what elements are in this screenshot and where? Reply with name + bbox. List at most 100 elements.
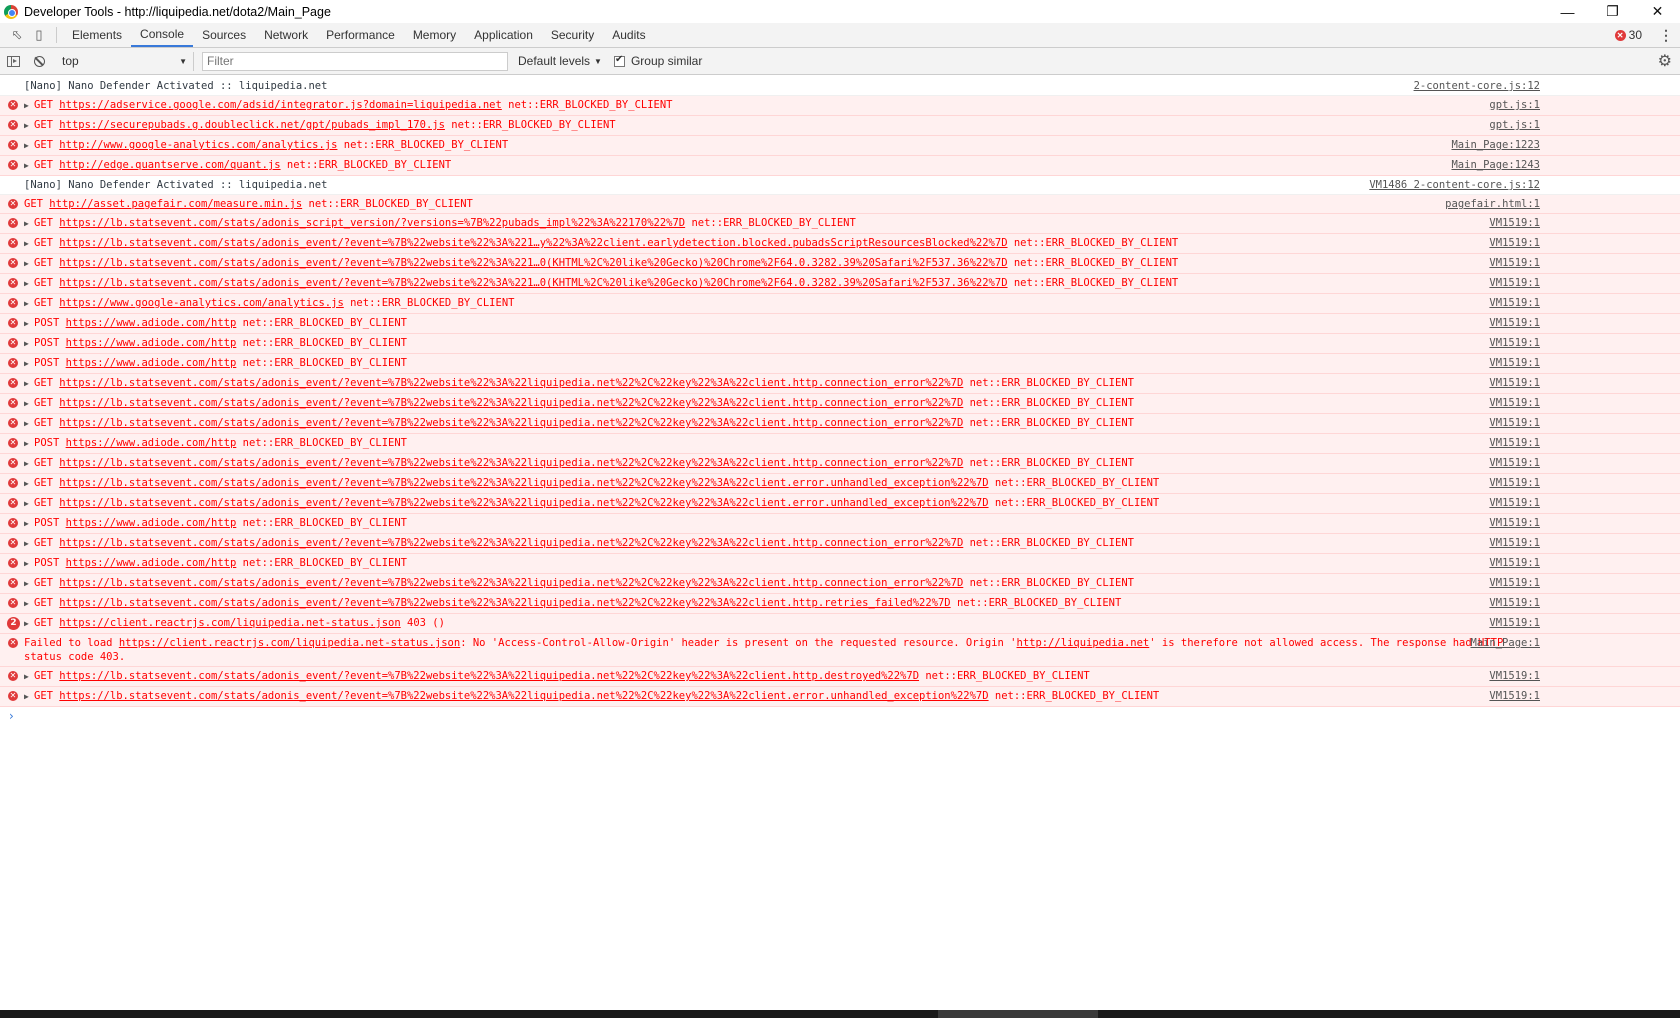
message-source-link[interactable]: VM1519:1: [1489, 534, 1540, 552]
restore-icon[interactable]: ❐: [1590, 0, 1635, 23]
message-url[interactable]: https://lb.statsevent.com/stats/adonis_e…: [59, 577, 963, 589]
tab-elements[interactable]: Elements: [63, 23, 131, 47]
message-source-link[interactable]: VM1519:1: [1489, 414, 1540, 432]
message-url[interactable]: https://lb.statsevent.com/stats/adonis_s…: [59, 217, 685, 229]
console-message[interactable]: ✕ ▶ GET https://www.google-analytics.com/a…: [0, 294, 1680, 314]
console-message[interactable]: ✕ Failed to load https://client.reactrjs.…: [0, 634, 1680, 667]
message-source-link[interactable]: VM1519:1: [1489, 334, 1540, 352]
tab-audits[interactable]: Audits: [603, 23, 654, 47]
message-source-link[interactable]: VM1519:1: [1489, 554, 1540, 572]
console-message[interactable]: ✕ ▶ POST https://www.adiode.com/http net::…: [0, 314, 1680, 334]
message-source-link[interactable]: Main_Page:1243: [1451, 156, 1540, 174]
device-toolbar-icon[interactable]: ▯: [28, 23, 50, 47]
message-source-link[interactable]: gpt.js:1: [1489, 96, 1540, 114]
expand-arrow-icon[interactable]: ▶: [24, 595, 34, 613]
inspect-element-icon[interactable]: ⬁: [6, 23, 28, 47]
tab-application[interactable]: Application: [465, 23, 542, 47]
message-source-link[interactable]: VM1519:1: [1489, 574, 1540, 592]
message-url[interactable]: https://www.adiode.com/http: [66, 337, 237, 349]
tab-performance[interactable]: Performance: [317, 23, 404, 47]
console-message[interactable]: 2 ▶ GET https://client.reactrjs.com/liquip…: [0, 614, 1680, 634]
group-similar-checkbox[interactable]: [613, 54, 625, 67]
console-message[interactable]: ✕ ▶ GET https://lb.statsevent.com/stats/ad…: [0, 374, 1680, 394]
context-select[interactable]: top ▼: [56, 51, 194, 71]
expand-arrow-icon[interactable]: ▶: [24, 255, 34, 273]
console-message[interactable]: ✕ ▶ POST https://www.adiode.com/http net::…: [0, 334, 1680, 354]
tab-security[interactable]: Security: [542, 23, 603, 47]
console-message[interactable]: ✕ ▶ GET https://lb.statsevent.com/stats/ad…: [0, 234, 1680, 254]
console-message[interactable]: ✕ ▶ GET https://lb.statsevent.com/stats/ad…: [0, 534, 1680, 554]
tab-memory[interactable]: Memory: [404, 23, 465, 47]
message-url[interactable]: https://lb.statsevent.com/stats/adonis_e…: [59, 690, 988, 702]
message-source-link[interactable]: VM1519:1: [1489, 394, 1540, 412]
expand-arrow-icon[interactable]: ▶: [24, 435, 34, 453]
minimize-icon[interactable]: —: [1545, 0, 1590, 23]
expand-arrow-icon[interactable]: ▶: [24, 515, 34, 533]
message-source-link[interactable]: VM1519:1: [1489, 374, 1540, 392]
console-message[interactable]: ✕ ▶ POST https://www.adiode.com/http net::…: [0, 514, 1680, 534]
message-url[interactable]: http://liquipedia.net: [1017, 637, 1150, 649]
message-url[interactable]: https://lb.statsevent.com/stats/adonis_e…: [59, 670, 919, 682]
gear-icon[interactable]: ⚙: [1658, 51, 1672, 71]
message-url[interactable]: https://client.reactrjs.com/liquipedia.n…: [59, 617, 400, 629]
message-url[interactable]: https://lb.statsevent.com/stats/adonis_e…: [59, 497, 988, 509]
expand-arrow-icon[interactable]: ▶: [24, 375, 34, 393]
message-source-link[interactable]: pagefair.html:1: [1445, 195, 1540, 213]
expand-arrow-icon[interactable]: ▶: [24, 395, 34, 413]
message-url[interactable]: https://lb.statsevent.com/stats/adonis_e…: [59, 237, 1007, 249]
error-icon[interactable]: ✕: [1614, 29, 1626, 41]
message-url[interactable]: https://www.adiode.com/http: [66, 357, 237, 369]
console-message[interactable]: ✕ ▶ GET https://lb.statsevent.com/stats/ad…: [0, 474, 1680, 494]
message-source-link[interactable]: VM1486 2-content-core.js:12: [1369, 176, 1540, 194]
console-message[interactable]: [Nano] Nano Defender Activated :: liquip…: [0, 77, 1680, 96]
console-message[interactable]: ✕ ▶ GET https://lb.statsevent.com/stats/ad…: [0, 494, 1680, 514]
message-source-link[interactable]: VM1519:1: [1489, 234, 1540, 252]
console-message[interactable]: [Nano] Nano Defender Activated :: liquip…: [0, 176, 1680, 195]
expand-arrow-icon[interactable]: ▶: [24, 117, 34, 135]
console-message[interactable]: ✕ ▶ GET https://lb.statsevent.com/stats/ad…: [0, 254, 1680, 274]
expand-arrow-icon[interactable]: ▶: [24, 215, 34, 233]
expand-arrow-icon[interactable]: ▶: [24, 157, 34, 175]
message-url[interactable]: https://lb.statsevent.com/stats/adonis_e…: [59, 537, 963, 549]
expand-arrow-icon[interactable]: ▶: [24, 615, 34, 633]
expand-arrow-icon[interactable]: ▶: [24, 475, 34, 493]
console-message[interactable]: ✕ ▶ POST https://www.adiode.com/http net::…: [0, 554, 1680, 574]
message-source-link[interactable]: VM1519:1: [1489, 594, 1540, 612]
show-sidebar-button[interactable]: [0, 48, 26, 74]
console-message[interactable]: ✕ ▶ GET https://lb.statsevent.com/stats/ad…: [0, 274, 1680, 294]
message-url[interactable]: https://lb.statsevent.com/stats/adonis_e…: [59, 477, 988, 489]
console-message[interactable]: ✕ ▶ GET https://adservice.google.com/adsid…: [0, 96, 1680, 116]
expand-arrow-icon[interactable]: ▶: [24, 355, 34, 373]
message-source-link[interactable]: Main_Page:1: [1470, 636, 1540, 650]
console-message[interactable]: ✕ ▶ GET https://lb.statsevent.com/stats/ad…: [0, 214, 1680, 234]
message-url[interactable]: https://adservice.google.com/adsid/integ…: [59, 99, 502, 111]
message-source-link[interactable]: VM1519:1: [1489, 214, 1540, 232]
expand-arrow-icon[interactable]: ▶: [24, 315, 34, 333]
expand-arrow-icon[interactable]: ▶: [24, 97, 34, 115]
message-source-link[interactable]: Main_Page:1223: [1451, 136, 1540, 154]
taskbar-active-app[interactable]: [938, 1010, 1098, 1018]
message-url[interactable]: https://client.reactrjs.com/liquipedia.n…: [119, 637, 460, 649]
expand-arrow-icon[interactable]: ▶: [24, 555, 34, 573]
message-source-link[interactable]: VM1519:1: [1489, 314, 1540, 332]
message-source-link[interactable]: VM1519:1: [1489, 494, 1540, 512]
message-source-link[interactable]: gpt.js:1: [1489, 116, 1540, 134]
expand-arrow-icon[interactable]: ▶: [24, 668, 34, 686]
more-options-icon[interactable]: ⋮: [1656, 27, 1676, 44]
message-source-link[interactable]: VM1519:1: [1489, 474, 1540, 492]
expand-arrow-icon[interactable]: ▶: [24, 455, 34, 473]
expand-arrow-icon[interactable]: ▶: [24, 575, 34, 593]
message-url[interactable]: https://securepubads.g.doubleclick.net/g…: [59, 119, 445, 131]
expand-arrow-icon[interactable]: ▶: [24, 415, 34, 433]
message-url[interactable]: https://www.google-analytics.com/analyti…: [59, 297, 343, 309]
console-message[interactable]: ✕ ▶ POST https://www.adiode.com/http net::…: [0, 354, 1680, 374]
expand-arrow-icon[interactable]: ▶: [24, 688, 34, 706]
console-message[interactable]: ✕ ▶ GET https://lb.statsevent.com/stats/ad…: [0, 414, 1680, 434]
console-message[interactable]: ✕ ▶ GET https://lb.statsevent.com/stats/ad…: [0, 454, 1680, 474]
log-levels-dropdown[interactable]: Default levels ▼: [518, 54, 602, 68]
console-message[interactable]: ✕ ▶ GET https://lb.statsevent.com/stats/ad…: [0, 594, 1680, 614]
message-source-link[interactable]: VM1519:1: [1489, 254, 1540, 272]
expand-arrow-icon[interactable]: ▶: [24, 535, 34, 553]
console-message[interactable]: ✕ ▶ GET https://lb.statsevent.com/stats/ad…: [0, 394, 1680, 414]
tab-sources[interactable]: Sources: [193, 23, 255, 47]
